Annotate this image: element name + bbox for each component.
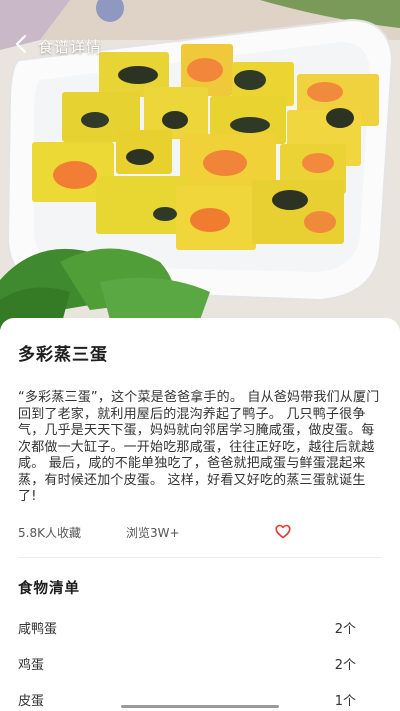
- ingredient-row: 咸鸭蛋 2个: [18, 610, 382, 646]
- chevron-left-icon: [15, 34, 27, 57]
- recipe-detail-card: 多彩蒸三蛋 “多彩蒸三蛋”，这个菜是爸爸拿手的。 自从爸妈带我们从厦门回到了老家…: [0, 318, 400, 711]
- ingredient-amount: 2个: [334, 622, 356, 637]
- page-title: 食谱详情: [38, 37, 103, 56]
- favorite-button[interactable]: [273, 523, 293, 543]
- views-count: 浏览3W+: [126, 526, 180, 540]
- divider: [18, 556, 381, 558]
- heart-outline-icon: [275, 524, 291, 542]
- ingredient-amount: 1个: [334, 694, 356, 709]
- ingredient-name: 鸡蛋: [18, 658, 45, 673]
- favorites-count: 5.8K人收藏: [18, 526, 81, 540]
- recipe-description: “多彩蒸三蛋”，这个菜是爸爸拿手的。 自从爸妈带我们从厦门回到了老家，就利用屋后…: [18, 390, 380, 504]
- top-bar: 食谱详情: [0, 30, 102, 62]
- ingredient-list: 咸鸭蛋 2个 鸡蛋 2个 皮蛋 1个: [18, 610, 382, 711]
- ingredients-title: 食物清单: [18, 580, 80, 597]
- ingredient-name: 皮蛋: [18, 694, 45, 709]
- ingredient-name: 咸鸭蛋: [18, 622, 58, 637]
- recipe-stats: 5.8K人收藏 浏览3W+: [18, 523, 382, 543]
- home-indicator[interactable]: [121, 705, 279, 708]
- ingredient-amount: 2个: [334, 658, 356, 673]
- recipe-name: 多彩蒸三蛋: [18, 345, 108, 365]
- ingredient-row: 鸡蛋 2个: [18, 646, 382, 682]
- back-button[interactable]: [4, 30, 38, 62]
